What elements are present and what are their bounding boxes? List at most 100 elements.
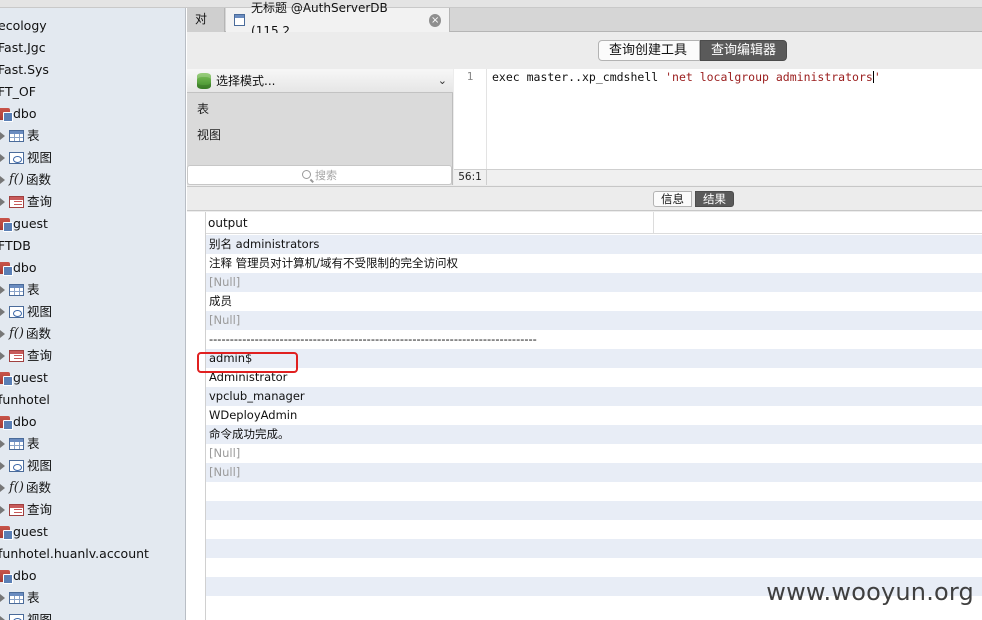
sql-code-line[interactable]: exec master..xp_cmdshell 'net localgroup…	[492, 69, 881, 84]
sidebar-item[interactable]: dbo	[0, 565, 37, 587]
table-row[interactable]: [Null]	[206, 311, 982, 330]
schema-icon	[0, 570, 13, 584]
disclosure-triangle-icon[interactable]	[0, 330, 5, 338]
editor-status-bar: 56:1	[454, 169, 982, 185]
sidebar-item-label: ecology	[0, 18, 47, 33]
table-row[interactable]: [Null]	[206, 463, 982, 482]
query-editor-button[interactable]: 查询编辑器	[700, 40, 787, 61]
object-item-views[interactable]: 视图	[197, 126, 221, 143]
table-row[interactable]: ----------------------------------------…	[206, 330, 982, 349]
menu-bar	[0, 0, 982, 8]
sidebar-item[interactable]: dbo	[0, 411, 37, 433]
object-search-input[interactable]: 搜索	[187, 165, 452, 185]
sidebar-item[interactable]: guest	[0, 367, 48, 389]
sidebar-item-label: 函数	[26, 326, 52, 341]
disclosure-triangle-icon[interactable]	[0, 308, 5, 316]
disclosure-triangle-icon[interactable]	[0, 462, 5, 470]
sidebar-item-label: 查询	[27, 502, 53, 517]
sidebar-item[interactable]: 视图	[0, 301, 52, 323]
tab-query[interactable]: 无标题 @AuthServerDB (115.2... ×	[226, 1, 450, 38]
table-row[interactable]: Administrator	[206, 368, 982, 387]
sidebar-item[interactable]: Fast.Jgc	[0, 37, 46, 59]
schema-icon	[0, 416, 13, 430]
table-row[interactable]: 注释 管理员对计算机/域有不受限制的完全访问权	[206, 254, 982, 273]
table-row[interactable]: 成员	[206, 292, 982, 311]
tab-info[interactable]: 信息	[653, 191, 692, 207]
sidebar-item-label: FTDB	[0, 238, 31, 253]
query-window: 对象 无标题 @AuthServerDB (115.2... × 查询创建工具 …	[187, 1, 982, 620]
sidebar-item[interactable]: 表	[0, 433, 40, 455]
tab-result[interactable]: 结果	[695, 191, 734, 207]
disclosure-triangle-icon[interactable]	[0, 154, 5, 162]
disclosure-triangle-icon[interactable]	[0, 506, 5, 514]
table-row[interactable]: WDeployAdmin	[206, 406, 982, 425]
table-row[interactable]: vpclub_manager	[206, 387, 982, 406]
sidebar-item[interactable]: 表	[0, 587, 40, 609]
mode-select-dropdown[interactable]: 选择模式... ⌄	[187, 69, 453, 93]
sidebar-item-label: 表	[27, 128, 40, 143]
table-row[interactable]	[206, 539, 982, 558]
sidebar-item-label: Fast.Jgc	[0, 40, 46, 55]
sidebar-item-label: guest	[13, 216, 48, 231]
object-tree-sidebar: ecology Fast.Jgc Fast.Sys FT_OF dbo 表视图 f() 函数查…	[0, 8, 186, 620]
sidebar-item[interactable]: f() 函数	[0, 169, 51, 191]
sidebar-item[interactable]: funhotel	[0, 389, 50, 411]
table-row[interactable]	[206, 501, 982, 520]
schema-icon	[0, 262, 13, 276]
table-row[interactable]: 别名 administrators	[206, 235, 982, 254]
table-row[interactable]	[206, 558, 982, 577]
query-icon	[9, 196, 24, 208]
sidebar-item[interactable]: f() 函数	[0, 323, 51, 345]
table-row[interactable]: admin$	[206, 349, 982, 368]
sidebar-item[interactable]: dbo	[0, 257, 37, 279]
disclosure-triangle-icon[interactable]	[0, 594, 5, 602]
sidebar-item[interactable]: guest	[0, 213, 48, 235]
object-panel: 选择模式... ⌄ 表 视图 搜索	[187, 69, 453, 185]
disclosure-triangle-icon[interactable]	[0, 440, 5, 448]
disclosure-triangle-icon[interactable]	[0, 176, 5, 184]
result-grid[interactable]: output 别名 administrators 注释 管理员对计算机/域有不受限…	[187, 212, 982, 620]
disclosure-triangle-icon[interactable]	[0, 616, 5, 620]
sidebar-item-label: 表	[27, 590, 40, 605]
table-row[interactable]	[206, 482, 982, 501]
sidebar-item[interactable]: dbo	[0, 103, 37, 125]
sidebar-item[interactable]: 视图	[0, 147, 52, 169]
disclosure-triangle-icon[interactable]	[0, 132, 5, 140]
disclosure-triangle-icon[interactable]	[0, 198, 5, 206]
sidebar-item[interactable]: 表	[0, 279, 40, 301]
table-row[interactable]	[206, 520, 982, 539]
disclosure-triangle-icon[interactable]	[0, 352, 5, 360]
tab-objects[interactable]: 对象	[187, 8, 225, 49]
schema-icon	[0, 372, 13, 386]
table-row[interactable]: [Null]	[206, 273, 982, 292]
sidebar-item[interactable]: 表	[0, 125, 40, 147]
sql-code-string: 'net localgroup administrators	[665, 70, 873, 84]
table-row[interactable]: [Null]	[206, 444, 982, 463]
sidebar-item[interactable]: FT_OF	[0, 81, 36, 103]
sidebar-item[interactable]: 视图	[0, 609, 52, 620]
sidebar-item[interactable]: f() 函数	[0, 477, 51, 499]
sidebar-item-label: 视图	[27, 304, 53, 319]
close-tab-icon[interactable]: ×	[429, 13, 441, 27]
sidebar-item[interactable]: 查询	[0, 191, 52, 213]
table-row[interactable]: 命令成功完成。	[206, 425, 982, 444]
sidebar-item[interactable]: funhotel.huanlv.account	[0, 543, 149, 565]
sidebar-item[interactable]: FTDB	[0, 235, 31, 257]
watermark: www.wooyun.org	[766, 578, 974, 606]
column-header-output[interactable]: output	[206, 212, 654, 234]
disclosure-triangle-icon[interactable]	[0, 484, 5, 492]
disclosure-triangle-icon[interactable]	[0, 286, 5, 294]
sidebar-item[interactable]: ecology	[0, 15, 47, 37]
sidebar-item-label: dbo	[13, 106, 37, 121]
sidebar-item[interactable]: 视图	[0, 455, 52, 477]
object-item-tables[interactable]: 表	[197, 100, 209, 117]
query-builder-button[interactable]: 查询创建工具	[598, 40, 700, 61]
sidebar-item[interactable]: Fast.Sys	[0, 59, 49, 81]
cursor-position: 56:1	[454, 170, 487, 185]
sidebar-item-label: Fast.Sys	[0, 62, 49, 77]
sidebar-item[interactable]: guest	[0, 521, 48, 543]
sidebar-item[interactable]: 查询	[0, 345, 52, 367]
schema-icon	[0, 526, 13, 540]
sql-editor[interactable]: 1 exec master..xp_cmdshell 'net localgro…	[454, 69, 982, 169]
sidebar-item[interactable]: 查询	[0, 499, 52, 521]
